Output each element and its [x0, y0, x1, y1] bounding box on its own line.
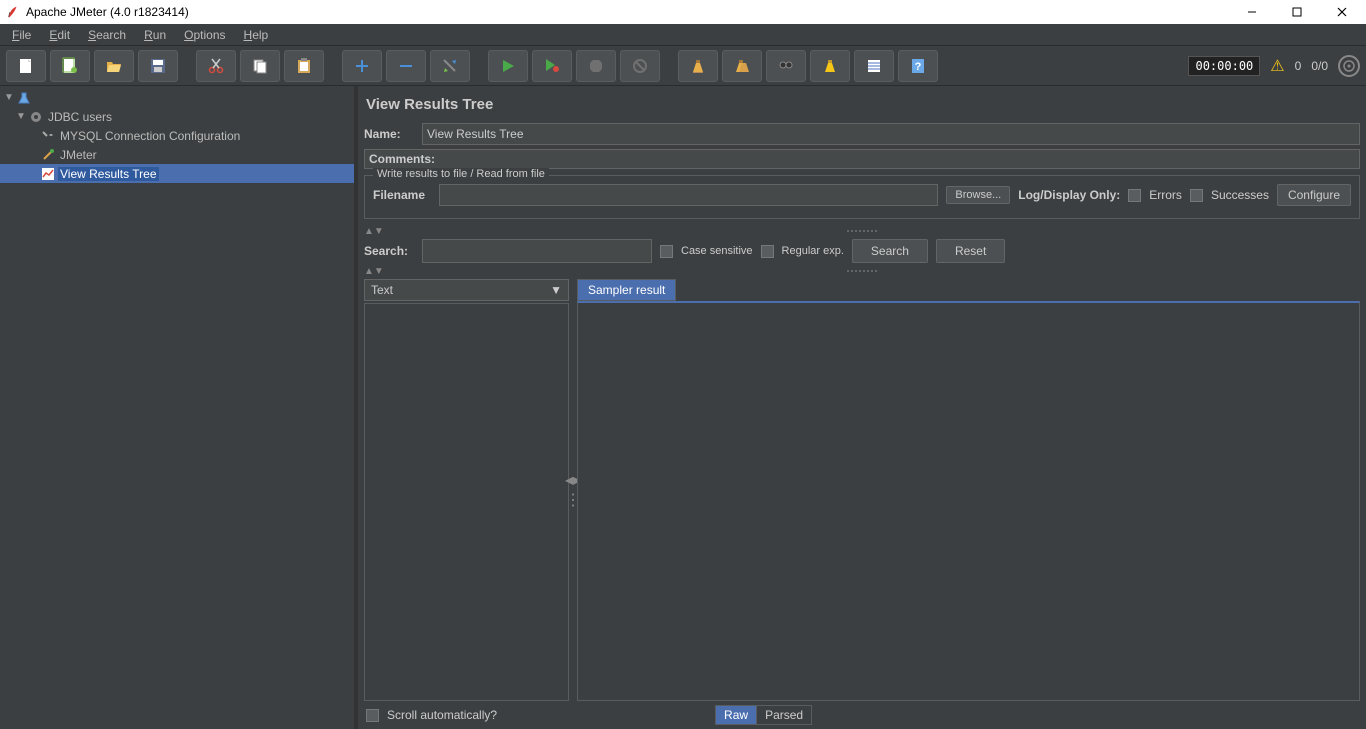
tree-label: View Results Tree: [58, 167, 159, 181]
menubar: File Edit Search Run Options Help: [0, 24, 1366, 46]
sampler-result-tab[interactable]: Sampler result: [577, 279, 676, 301]
tree-thread-group[interactable]: ▼ JDBC users: [0, 107, 354, 126]
case-sensitive-checkbox[interactable]: [660, 245, 673, 258]
caret-down-icon[interactable]: ▼: [4, 93, 14, 103]
menu-options[interactable]: Options: [176, 26, 233, 44]
panel-title: View Results Tree: [364, 90, 1360, 123]
successes-label: Successes: [1211, 188, 1269, 202]
warning-count: 0: [1295, 59, 1302, 73]
close-button[interactable]: [1319, 0, 1364, 24]
regex-label: Regular exp.: [782, 245, 844, 257]
render-dropdown[interactable]: Text ▼: [364, 279, 569, 301]
fieldset-legend: Write results to file / Read from file: [373, 168, 549, 180]
run-status-icon: [1338, 55, 1360, 77]
copy-button[interactable]: [240, 50, 280, 82]
menu-search[interactable]: Search: [80, 26, 134, 44]
raw-tab[interactable]: Raw: [715, 705, 757, 725]
pipette-icon: [40, 147, 56, 163]
window-title: Apache JMeter (4.0 r1823414): [26, 5, 189, 19]
clear-all-button[interactable]: [722, 50, 762, 82]
help-button[interactable]: ?: [898, 50, 938, 82]
tree-config-element[interactable]: MYSQL Connection Configuration: [0, 126, 354, 145]
regex-checkbox[interactable]: [761, 245, 774, 258]
save-button[interactable]: [138, 50, 178, 82]
beaker-icon: [16, 90, 32, 106]
clear-button[interactable]: [678, 50, 718, 82]
active-threads: 0/0: [1311, 59, 1328, 73]
vertical-splitter[interactable]: ◂▸⋮: [569, 279, 577, 701]
shutdown-button[interactable]: [620, 50, 660, 82]
test-plan-tree[interactable]: ▼ ▼ JDBC users MYSQL Connection Configur…: [0, 86, 358, 729]
filename-input[interactable]: [439, 184, 938, 206]
case-sensitive-label: Case sensitive: [681, 245, 753, 257]
expand-button[interactable]: [342, 50, 382, 82]
gear-icon: [28, 109, 44, 125]
caret-down-icon[interactable]: ▼: [16, 112, 26, 122]
name-label: Name:: [364, 127, 414, 141]
new-button[interactable]: [6, 50, 46, 82]
minimize-button[interactable]: [1229, 0, 1274, 24]
toolbar: ? 00:00:00 ⚠ 0 0/0: [0, 46, 1366, 86]
start-button[interactable]: [488, 50, 528, 82]
start-no-timers-button[interactable]: [532, 50, 572, 82]
chevron-down-icon: ▼: [550, 283, 562, 297]
scroll-auto-label: Scroll automatically?: [387, 708, 497, 722]
splitter-handle-2[interactable]: ▲▼: [364, 265, 1360, 277]
menu-help[interactable]: Help: [236, 26, 277, 44]
search-tree-button[interactable]: [766, 50, 806, 82]
scroll-auto-checkbox[interactable]: [366, 709, 379, 722]
errors-checkbox[interactable]: [1128, 189, 1141, 202]
logdisplay-label: Log/Display Only:: [1018, 188, 1120, 202]
collapse-button[interactable]: [386, 50, 426, 82]
results-tree[interactable]: [364, 303, 569, 701]
templates-button[interactable]: [50, 50, 90, 82]
menu-run[interactable]: Run: [136, 26, 174, 44]
comments-label: Comments:: [364, 149, 1360, 169]
tree-listener[interactable]: View Results Tree: [0, 164, 354, 183]
menu-file[interactable]: File: [4, 26, 39, 44]
paste-button[interactable]: [284, 50, 324, 82]
svg-text:?: ?: [915, 61, 922, 73]
maximize-button[interactable]: [1274, 0, 1319, 24]
cut-button[interactable]: [196, 50, 236, 82]
tree-sampler[interactable]: JMeter: [0, 145, 354, 164]
successes-checkbox[interactable]: [1190, 189, 1203, 202]
reset-search-button[interactable]: [810, 50, 850, 82]
function-helper-button[interactable]: [854, 50, 894, 82]
configure-button[interactable]: Configure: [1277, 184, 1351, 206]
errors-label: Errors: [1149, 188, 1182, 202]
tree-root-test-plan[interactable]: ▼: [0, 88, 354, 107]
result-detail-panel: [577, 301, 1360, 701]
browse-button[interactable]: Browse...: [946, 186, 1010, 204]
tree-label: JDBC users: [46, 110, 114, 124]
filename-label: Filename: [373, 188, 431, 202]
reset-button[interactable]: Reset: [936, 239, 1005, 263]
dropdown-value: Text: [371, 283, 393, 297]
editor-panel: View Results Tree Name: Comments: Write …: [358, 86, 1366, 729]
tree-label: MYSQL Connection Configuration: [58, 129, 242, 143]
elapsed-timer: 00:00:00: [1188, 56, 1260, 76]
warning-icon[interactable]: ⚠: [1270, 56, 1284, 76]
app-icon: [6, 5, 20, 19]
wrench-icon: [40, 128, 56, 144]
toggle-button[interactable]: [430, 50, 470, 82]
stop-button[interactable]: [576, 50, 616, 82]
name-input[interactable]: [422, 123, 1360, 145]
splitter-handle[interactable]: ▲▼: [364, 225, 1360, 237]
tree-label: JMeter: [58, 148, 99, 162]
file-fieldset: Write results to file / Read from file F…: [364, 175, 1360, 219]
parsed-tab[interactable]: Parsed: [757, 705, 812, 725]
chart-icon: [40, 166, 56, 182]
menu-edit[interactable]: Edit: [41, 26, 78, 44]
search-button[interactable]: Search: [852, 239, 928, 263]
search-label: Search:: [364, 244, 414, 258]
window-titlebar: Apache JMeter (4.0 r1823414): [0, 0, 1366, 24]
open-button[interactable]: [94, 50, 134, 82]
search-input[interactable]: [422, 239, 652, 263]
